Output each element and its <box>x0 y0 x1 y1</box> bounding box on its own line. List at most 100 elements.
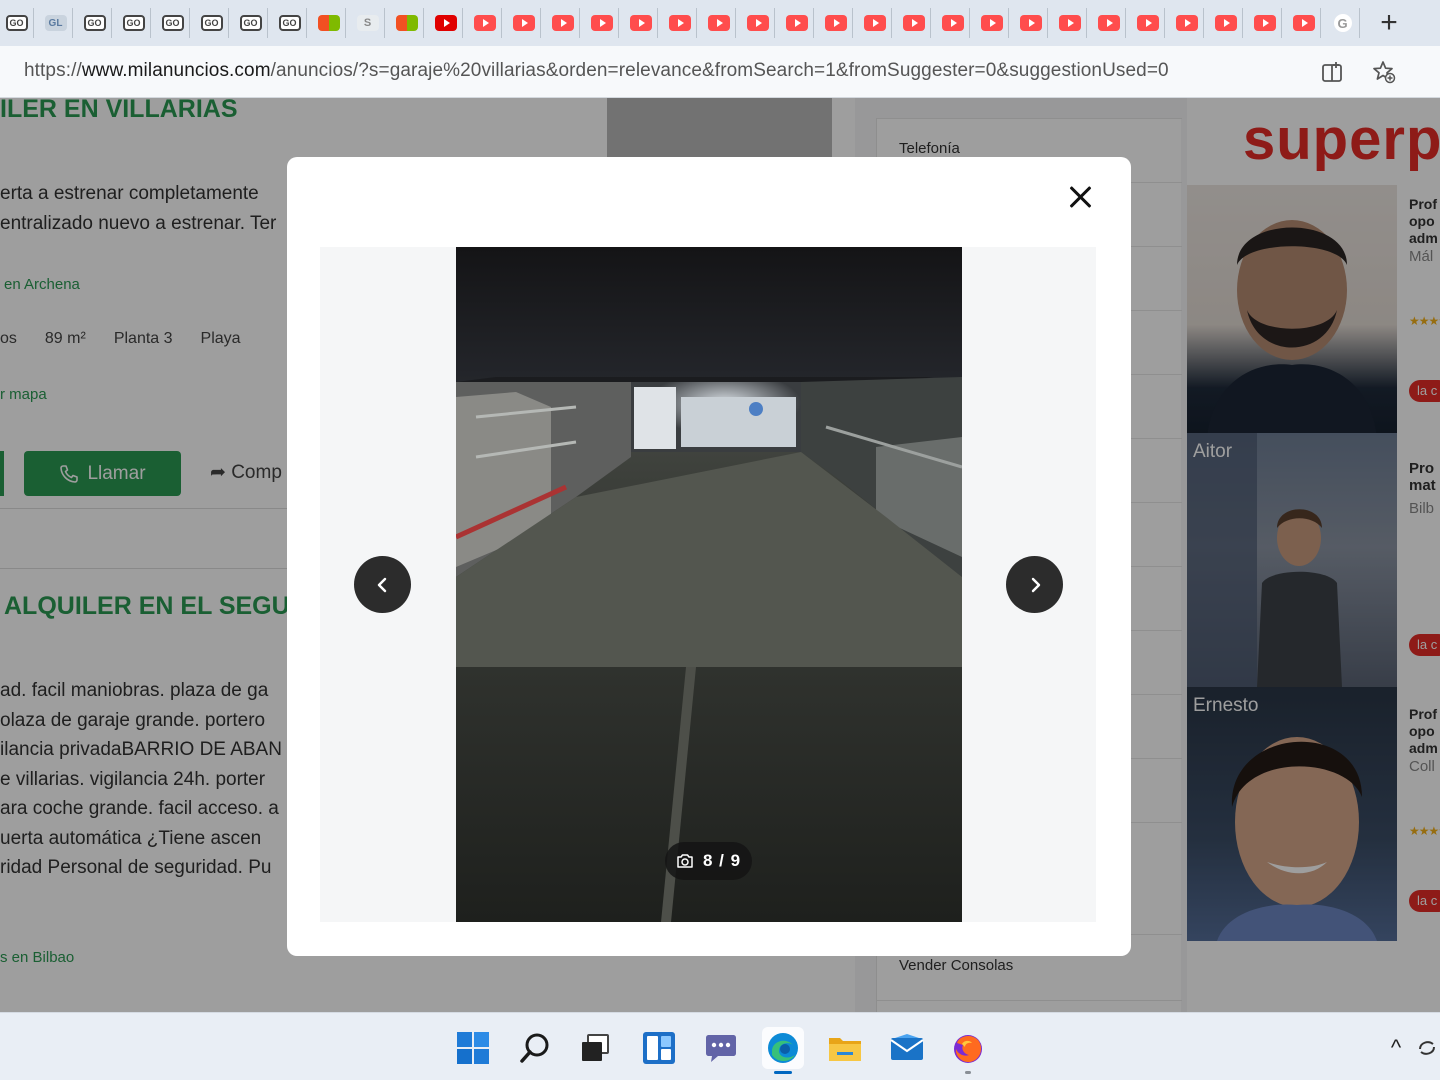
browser-tab[interactable] <box>780 8 814 38</box>
gallery-viewer: 8 / 9 <box>320 247 1096 922</box>
site-favicon-icon: GL <box>44 15 67 31</box>
browser-tab[interactable]: GO <box>234 8 268 38</box>
favorites-add-icon[interactable] <box>1370 58 1398 86</box>
youtube-favicon-icon <box>1292 15 1315 31</box>
browser-tab[interactable] <box>390 8 424 38</box>
google-favicon-icon: G <box>1333 14 1352 32</box>
youtube-favicon-icon <box>980 15 1003 31</box>
browser-tab[interactable]: GO <box>273 8 307 38</box>
youtube-favicon-icon <box>941 15 964 31</box>
youtube-favicon-icon <box>1136 15 1159 31</box>
gallery-photo[interactable] <box>456 247 962 922</box>
teams-chat-icon[interactable] <box>702 1029 740 1067</box>
url-prefix: https:// <box>24 60 82 81</box>
url-path: /anuncios/?s=garaje%20villarias&orden=re… <box>270 60 1169 81</box>
browser-tab[interactable] <box>975 8 1009 38</box>
browser-tab[interactable] <box>1170 8 1204 38</box>
browser-tab[interactable]: GO <box>117 8 151 38</box>
widgets-icon[interactable] <box>640 1029 678 1067</box>
search-icon[interactable] <box>516 1029 554 1067</box>
camera-icon <box>677 854 693 868</box>
browser-tab[interactable]: G <box>1326 8 1360 38</box>
youtube-favicon-icon <box>629 15 652 31</box>
browser-tab[interactable]: GO <box>0 8 34 38</box>
browser-tab[interactable] <box>819 8 853 38</box>
file-explorer-icon[interactable] <box>826 1029 864 1067</box>
browser-tab[interactable] <box>858 8 892 38</box>
browser-tab[interactable] <box>624 8 658 38</box>
mail-icon[interactable] <box>888 1029 926 1067</box>
browser-tab[interactable]: GL <box>39 8 73 38</box>
youtube-favicon-icon <box>1253 15 1276 31</box>
chevron-right-icon <box>1031 577 1040 592</box>
youtube-favicon-icon <box>473 15 496 31</box>
youtube-favicon-icon <box>590 15 613 31</box>
browser-tab[interactable] <box>936 8 970 38</box>
youtube-favicon-icon <box>1097 15 1120 31</box>
youtube-favicon-icon <box>668 15 691 31</box>
browser-tab[interactable] <box>1209 8 1243 38</box>
windows-start-icon[interactable] <box>454 1029 492 1067</box>
close-button[interactable] <box>1064 181 1096 213</box>
youtube-favicon-icon <box>707 15 730 31</box>
browser-tab[interactable] <box>663 8 697 38</box>
youtube-favicon-icon <box>512 15 535 31</box>
browser-tab[interactable] <box>507 8 541 38</box>
browser-tab[interactable] <box>1092 8 1126 38</box>
split-screen-icon[interactable] <box>1318 58 1346 86</box>
url-host: www.milanuncios.com <box>81 60 271 81</box>
chevron-left-icon <box>377 577 386 592</box>
photo-counter-text: 8 / 9 <box>702 851 742 870</box>
active-app-indicator <box>774 1071 792 1074</box>
browser-tab[interactable]: GO <box>195 8 229 38</box>
site-favicon-icon: GO <box>122 15 145 31</box>
running-app-indicator <box>965 1071 971 1074</box>
microsoft-favicon-icon <box>317 15 340 31</box>
photo-counter: 8 / 9 <box>665 842 752 880</box>
microsoft-favicon-icon <box>395 15 418 31</box>
youtube-favicon-icon <box>1019 15 1042 31</box>
browser-tab[interactable] <box>741 8 775 38</box>
browser-tab[interactable] <box>429 8 463 38</box>
browser-tab[interactable] <box>1131 8 1165 38</box>
site-favicon-icon: GO <box>278 15 301 31</box>
browser-tab[interactable]: GO <box>78 8 112 38</box>
site-favicon-icon: S <box>356 15 379 31</box>
next-photo-button[interactable] <box>1006 556 1063 613</box>
browser-tab[interactable] <box>1014 8 1048 38</box>
firefox-icon[interactable] <box>949 1029 987 1067</box>
previous-photo-button[interactable] <box>354 556 411 613</box>
browser-tab[interactable] <box>1287 8 1321 38</box>
browser-tab[interactable] <box>585 8 619 38</box>
browser-tab[interactable] <box>1053 8 1087 38</box>
youtube-favicon-icon <box>824 15 847 31</box>
youtube-favicon-icon <box>902 15 925 31</box>
browser-tab[interactable] <box>312 8 346 38</box>
browser-tab[interactable] <box>702 8 736 38</box>
browser-tab[interactable]: GO <box>156 8 190 38</box>
browser-tab-strip: GO GL GO GO GO GO GO GO S G + <box>0 0 1440 46</box>
tray-overflow-chevron-icon[interactable]: ^ <box>1378 1029 1414 1067</box>
photo-gallery-modal: 8 / 9 <box>287 157 1131 956</box>
browser-tab[interactable] <box>546 8 580 38</box>
address-bar: https://www.milanuncios.com/anuncios/?s=… <box>0 46 1440 98</box>
youtube-favicon-icon <box>551 15 574 31</box>
url-field[interactable]: https://www.milanuncios.com/anuncios/?s=… <box>24 60 1169 82</box>
site-favicon-icon: GO <box>5 15 28 31</box>
browser-tab[interactable] <box>1248 8 1282 38</box>
task-view-icon[interactable] <box>576 1029 614 1067</box>
sync-status-icon[interactable] <box>1414 1029 1440 1067</box>
site-favicon-icon: GO <box>161 15 184 31</box>
youtube-favicon-icon <box>785 15 808 31</box>
windows-taskbar: ^ <box>0 1012 1440 1080</box>
youtube-favicon-icon <box>863 15 886 31</box>
new-tab-button[interactable]: + <box>1369 3 1409 43</box>
youtube-favicon-icon <box>1214 15 1237 31</box>
browser-tab[interactable] <box>897 8 931 38</box>
browser-tab[interactable]: S <box>351 8 385 38</box>
edge-icon[interactable] <box>762 1027 804 1069</box>
youtube-favicon-icon <box>1058 15 1081 31</box>
site-favicon-icon: GO <box>83 15 106 31</box>
browser-tab[interactable] <box>468 8 502 38</box>
youtube-favicon-icon <box>746 15 769 31</box>
